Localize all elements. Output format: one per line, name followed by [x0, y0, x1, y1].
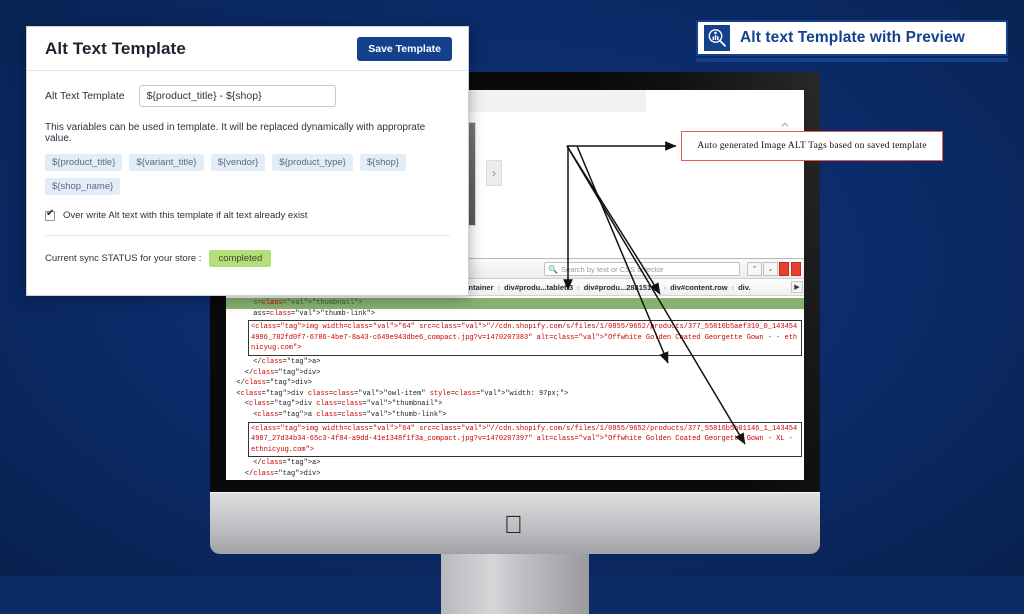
template-field-label: Alt Text Template	[45, 90, 125, 102]
devtools-search-placeholder: Search by text or CSS selector	[560, 264, 664, 274]
variable-chip-list: ${product_title} ${variant_title} ${vend…	[45, 154, 450, 195]
alt-text-template-dialog: Alt Text Template Save Template Alt Text…	[26, 26, 469, 296]
overwrite-checkbox-row[interactable]: Over write Alt text with this template i…	[45, 208, 450, 221]
header-banner: Alt text Template with Preview	[696, 20, 1008, 56]
breadcrumb-item-6[interactable]: div#content.row	[670, 283, 728, 292]
helper-text: This variables can be used in template. …	[45, 122, 426, 144]
alt-text-template-input[interactable]	[138, 85, 336, 107]
code-line: </class="tag">a>	[228, 459, 321, 468]
chevron-down-icon[interactable]: ⌄	[763, 262, 778, 276]
gallery-next-button[interactable]: ›	[486, 160, 502, 186]
variable-chip-variant-title[interactable]: ${variant_title}	[129, 154, 204, 171]
magnifier-chart-icon	[704, 25, 730, 51]
breadcrumb-item-7[interactable]: div.	[738, 283, 750, 292]
highlighted-img-tag: <class="tag">img width=class="val">"64" …	[248, 320, 802, 356]
variable-chip-shop[interactable]: ${shop}	[359, 154, 407, 171]
overwrite-checkbox[interactable]	[45, 208, 55, 221]
code-line: <class="tag">div class=class="val">"owl-…	[228, 389, 569, 398]
page-title: Alt Text Template	[45, 38, 186, 58]
minimize-icon[interactable]	[779, 262, 789, 276]
devtools-search-nav[interactable]: ⌃ ⌄	[747, 262, 778, 276]
code-line: </class="tag">div>	[228, 368, 321, 377]
divider	[45, 235, 450, 236]
breadcrumb-item-5[interactable]: div#produ...28815105	[584, 283, 660, 292]
dialog-header: Alt Text Template Save Template	[27, 27, 468, 71]
chevron-up-icon[interactable]: ⌃	[747, 262, 762, 276]
sync-status-row: Current sync STATUS for your store : com…	[45, 250, 450, 267]
variable-chip-product-title[interactable]: ${product_title}	[45, 154, 123, 171]
annotation-callout-text: Auto generated Image ALT Tags based on s…	[697, 141, 927, 151]
code-line: <class="tag">div class=class="val">"thum…	[228, 400, 443, 409]
code-line: </class="tag">a>	[228, 357, 321, 366]
code-line: s=class="val">"thumbnail">	[226, 298, 804, 309]
devtools-html-source: s=class="val">"thumbnail"> ass=class="va…	[226, 296, 804, 480]
sync-status-label: Current sync STATUS for your store :	[45, 253, 202, 264]
banner-title: Alt text Template with Preview	[740, 29, 965, 46]
overwrite-checkbox-label: Over write Alt text with this template i…	[63, 210, 308, 221]
save-template-button[interactable]: Save Template	[357, 36, 452, 61]
close-icon[interactable]	[791, 262, 801, 276]
search-icon: 🔍	[548, 264, 558, 274]
code-line: <class="tag">a class=class="val">"thumb-…	[228, 410, 447, 419]
highlighted-img-tag: <class="tag">img width=class="val">"64" …	[248, 421, 802, 458]
code-line: </class="tag">div>	[228, 379, 313, 388]
code-line: </class="tag">div>	[226, 480, 804, 481]
apple-logo: 	[504, 512, 526, 538]
variable-chip-vendor[interactable]: ${vendor}	[210, 154, 266, 171]
dialog-body: Alt Text Template This variables can be …	[27, 71, 468, 267]
devtools-search-input[interactable]: 🔍 Search by text or CSS selector	[544, 262, 740, 276]
play-right-icon[interactable]: ▶	[791, 281, 803, 293]
variable-chip-product-type[interactable]: ${product_type}	[272, 154, 353, 171]
banner-underline	[696, 58, 1008, 62]
template-field-row: Alt Text Template	[45, 85, 450, 107]
code-line: </class="tag">div>	[228, 469, 321, 478]
breadcrumb-item-4[interactable]: div#produ...tablet-3	[504, 283, 573, 292]
annotation-callout: Auto generated Image ALT Tags based on s…	[681, 131, 943, 161]
code-line: ass=class="val">"thumb-link">	[228, 309, 376, 318]
status-badge: completed	[209, 250, 272, 267]
devtools-close-buttons[interactable]	[779, 262, 801, 276]
variable-chip-shop-name[interactable]: ${shop_name}	[45, 178, 121, 195]
monitor-stand	[441, 554, 589, 614]
